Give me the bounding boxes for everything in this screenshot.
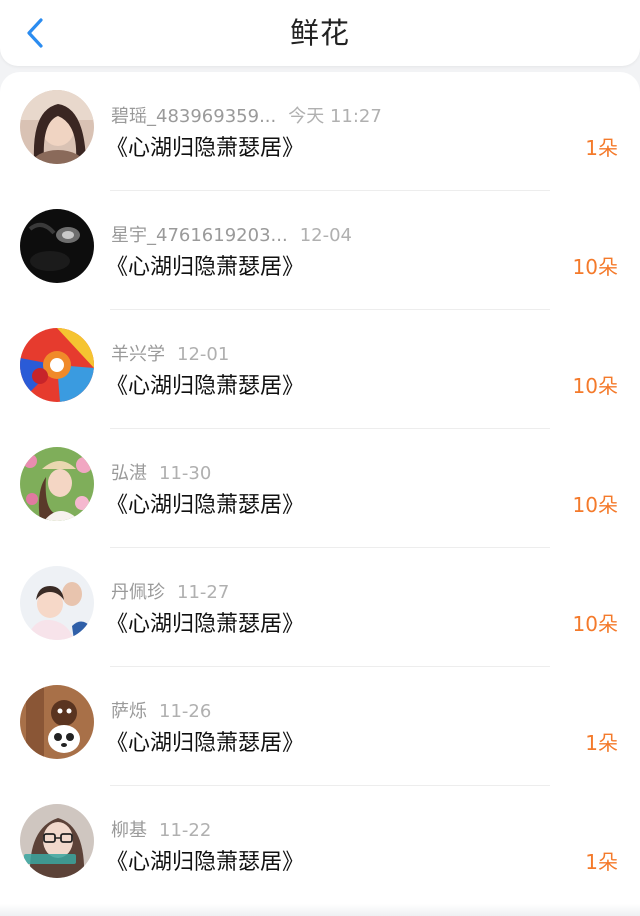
flower-count: 10朵 bbox=[572, 493, 618, 517]
book-title[interactable]: 《心湖归隐萧瑟居》 bbox=[106, 606, 304, 638]
flower-count: 1朵 bbox=[585, 850, 618, 874]
flower-count: 1朵 bbox=[585, 731, 618, 755]
sender-meta: 丹佩珍 11-27 bbox=[111, 578, 230, 603]
page-title: 鲜花 bbox=[289, 16, 350, 50]
sender-name: 萨烁 bbox=[111, 701, 147, 722]
sender-meta: 碧瑶_483969359... 今天 11:27 bbox=[111, 102, 382, 127]
list-item[interactable]: 弘湛 11-30 《心湖归隐萧瑟居》 10朵 bbox=[0, 429, 640, 548]
gift-time: 11-26 bbox=[159, 701, 212, 722]
book-title[interactable]: 《心湖归隐萧瑟居》 bbox=[106, 487, 304, 519]
avatar-woman-glasses-icon bbox=[20, 804, 94, 878]
avatar-woman-photo-icon bbox=[20, 90, 94, 164]
avatar[interactable] bbox=[20, 447, 94, 521]
list-item[interactable]: 碧瑶_483969359... 今天 11:27 《心湖归隐萧瑟居》 1朵 bbox=[0, 72, 640, 191]
book-title[interactable]: 《心湖归隐萧瑟居》 bbox=[106, 368, 304, 400]
gift-time: 11-22 bbox=[159, 820, 212, 841]
flower-gift-list: 碧瑶_483969359... 今天 11:27 《心湖归隐萧瑟居》 1朵 星宇_… bbox=[0, 72, 640, 916]
sender-meta: 弘湛 11-30 bbox=[111, 459, 212, 484]
book-title[interactable]: 《心湖归隐萧瑟居》 bbox=[106, 249, 304, 281]
avatar[interactable] bbox=[20, 90, 94, 164]
gift-time: 11-27 bbox=[177, 582, 230, 603]
list-item[interactable]: 丹佩珍 11-27 《心湖归隐萧瑟居》 10朵 bbox=[0, 548, 640, 667]
gift-time: 今天 11:27 bbox=[288, 106, 382, 127]
sender-name: 星宇_4761619203... bbox=[111, 225, 288, 246]
top-bar: 鲜花 bbox=[0, 0, 640, 66]
avatar-child-photo-icon bbox=[20, 566, 94, 640]
avatar-dark-photo-icon bbox=[20, 209, 94, 283]
sender-name: 羊兴学 bbox=[111, 344, 165, 365]
list-item[interactable]: 萨烁 11-26 《心湖归隐萧瑟居》 1朵 bbox=[0, 667, 640, 786]
sender-meta: 星宇_4761619203... 12-04 bbox=[111, 221, 352, 246]
sender-name: 碧瑶_483969359... bbox=[111, 106, 277, 127]
avatar[interactable] bbox=[20, 685, 94, 759]
avatar[interactable] bbox=[20, 566, 94, 640]
sender-name: 弘湛 bbox=[111, 463, 147, 484]
list-item[interactable]: 柳基 11-22 《心湖归隐萧瑟居》 1朵 bbox=[0, 786, 640, 905]
avatar[interactable] bbox=[20, 209, 94, 283]
sender-meta: 羊兴学 12-01 bbox=[111, 340, 230, 365]
sender-meta: 萨烁 11-26 bbox=[111, 697, 212, 722]
avatar-colorful-swirl-icon bbox=[20, 328, 94, 402]
list-item[interactable]: 羊兴学 12-01 《心湖归隐萧瑟居》 10朵 bbox=[0, 310, 640, 429]
avatar-woman-flowers-icon bbox=[20, 447, 94, 521]
flower-count: 10朵 bbox=[572, 374, 618, 398]
sender-name: 丹佩珍 bbox=[111, 582, 165, 603]
avatar[interactable] bbox=[20, 804, 94, 878]
flower-count: 10朵 bbox=[572, 612, 618, 636]
flower-count: 1朵 bbox=[585, 136, 618, 160]
sender-name: 柳基 bbox=[111, 820, 147, 841]
flower-count: 10朵 bbox=[572, 255, 618, 279]
gift-time: 11-30 bbox=[159, 463, 212, 484]
book-title[interactable]: 《心湖归隐萧瑟居》 bbox=[106, 844, 304, 876]
avatar[interactable] bbox=[20, 328, 94, 402]
avatar-cartoon-bear-icon bbox=[20, 685, 94, 759]
book-title[interactable]: 《心湖归隐萧瑟居》 bbox=[106, 130, 304, 162]
book-title[interactable]: 《心湖归隐萧瑟居》 bbox=[106, 725, 304, 757]
sender-meta: 柳基 11-22 bbox=[111, 816, 212, 841]
gift-time: 12-01 bbox=[177, 344, 230, 365]
list-item[interactable]: 星宇_4761619203... 12-04 《心湖归隐萧瑟居》 10朵 bbox=[0, 191, 640, 310]
bottom-shade bbox=[0, 904, 640, 916]
gift-time: 12-04 bbox=[299, 225, 352, 246]
